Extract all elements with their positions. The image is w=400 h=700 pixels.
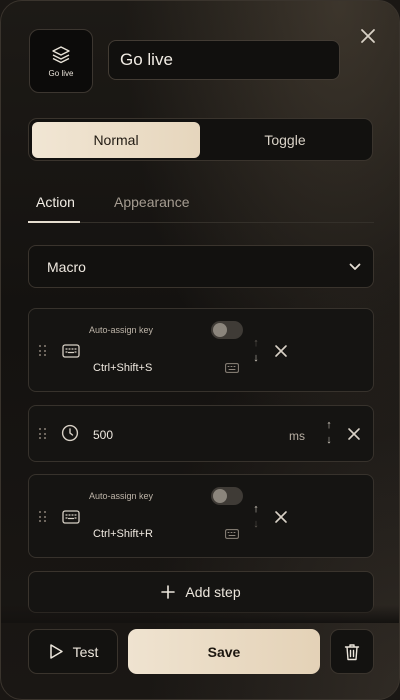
move-up-icon[interactable]: ↑ xyxy=(250,504,262,515)
record-keys-icon[interactable] xyxy=(225,529,239,539)
tile-label: Go live xyxy=(48,68,74,78)
scroll-fade xyxy=(1,605,399,623)
move-up-icon[interactable]: ↑ xyxy=(323,420,335,431)
action-type-value: Macro xyxy=(47,258,86,275)
move-down-icon[interactable]: ↓ xyxy=(250,353,262,364)
action-editor-panel: Go live Normal Toggle Action Appearance … xyxy=(0,0,400,700)
remove-step-icon[interactable] xyxy=(347,427,361,441)
mode-toggle: Normal Toggle xyxy=(28,118,373,161)
step-keys: Ctrl+Shift+R xyxy=(93,528,153,540)
trash-icon xyxy=(344,643,360,660)
plus-icon xyxy=(161,585,176,599)
close-button[interactable] xyxy=(356,24,380,48)
drag-handle-icon[interactable] xyxy=(39,345,47,357)
delete-button[interactable] xyxy=(330,629,374,674)
macro-step-delay: 500 ms ↑ ↓ xyxy=(28,405,374,462)
active-tab-indicator xyxy=(28,221,80,223)
macro-step-key: Auto-assign key Ctrl+Shift+S ↑ ↓ xyxy=(28,308,374,392)
close-icon xyxy=(361,29,375,43)
action-type-select[interactable]: Macro xyxy=(28,245,374,288)
tab-appearance[interactable]: Appearance xyxy=(114,194,190,210)
play-icon xyxy=(49,644,63,659)
auto-assign-label: Auto-assign key xyxy=(89,325,154,335)
clock-icon xyxy=(61,424,79,442)
keyboard-icon xyxy=(62,344,80,358)
remove-step-icon[interactable] xyxy=(274,510,288,524)
step-keys: Ctrl+Shift+S xyxy=(93,362,153,374)
chevron-down-icon xyxy=(349,263,361,270)
test-button[interactable]: Test xyxy=(28,629,118,674)
stack-icon xyxy=(52,45,70,63)
delay-unit: ms xyxy=(289,429,305,443)
move-down-icon[interactable]: ↓ xyxy=(250,519,262,530)
test-label: Test xyxy=(72,643,99,660)
save-button[interactable]: Save xyxy=(128,629,320,674)
move-down-icon[interactable]: ↓ xyxy=(323,435,335,446)
auto-assign-label: Auto-assign key xyxy=(89,491,154,501)
record-keys-icon[interactable] xyxy=(225,363,239,373)
mode-toggle-option[interactable]: Toggle xyxy=(201,122,369,158)
move-up-icon[interactable]: ↑ xyxy=(250,338,262,349)
delay-value[interactable]: 500 xyxy=(93,428,113,442)
remove-step-icon[interactable] xyxy=(274,344,288,358)
drag-handle-icon[interactable] xyxy=(39,428,47,440)
add-step-label: Add step xyxy=(185,584,241,600)
keyboard-icon xyxy=(62,510,80,524)
auto-assign-switch[interactable] xyxy=(211,487,243,505)
macro-step-key: Auto-assign key Ctrl+Shift+R ↑ ↓ xyxy=(28,474,374,558)
action-name-input[interactable] xyxy=(108,40,340,80)
auto-assign-switch[interactable] xyxy=(211,321,243,339)
action-icon-tile[interactable]: Go live xyxy=(29,29,93,93)
mode-normal-option[interactable]: Normal xyxy=(32,122,200,158)
drag-handle-icon[interactable] xyxy=(39,511,47,523)
tab-action[interactable]: Action xyxy=(36,194,75,210)
